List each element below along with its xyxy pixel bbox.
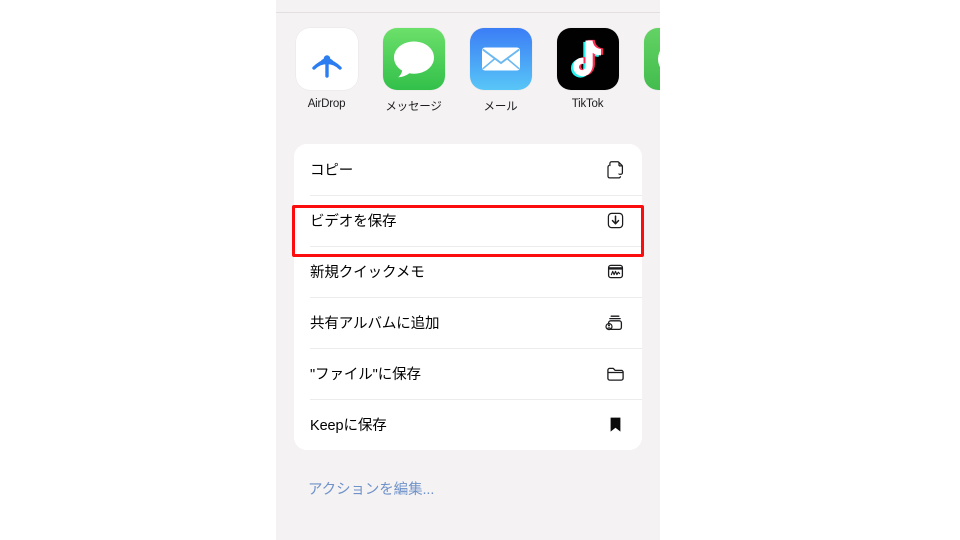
app-share-target-label: メッセージ bbox=[385, 101, 442, 113]
app-share-target-tiktok[interactable]: TikTok bbox=[555, 28, 620, 110]
action-list-card: コピー ビデオを保存 新規クイックメモ 共有アルバムに追加 "ファイル"に保存 … bbox=[294, 144, 642, 450]
folder-icon bbox=[604, 363, 626, 385]
mail-icon bbox=[469, 28, 532, 90]
action-row-label: 共有アルバムに追加 bbox=[310, 316, 440, 332]
app-share-target-label: AirDrop bbox=[307, 98, 346, 110]
action-row-save-video[interactable]: ビデオを保存 bbox=[294, 195, 642, 246]
copy-icon bbox=[604, 159, 626, 181]
app-share-targets-row: AirDrop メッセージ メール TikTok bbox=[276, 28, 660, 124]
messages-icon bbox=[382, 28, 445, 90]
airdrop-icon bbox=[295, 28, 358, 90]
action-row-new-quick-note[interactable]: 新規クイックメモ bbox=[294, 246, 642, 297]
action-row-label: ビデオを保存 bbox=[310, 214, 397, 230]
share-sheet-panel: AirDrop メッセージ メール TikTok コピー ビデオを保存 新規クイ… bbox=[276, 0, 660, 540]
action-row-add-to-shared-album[interactable]: 共有アルバムに追加 bbox=[294, 297, 642, 348]
app-share-target-messages[interactable]: メッセージ bbox=[381, 28, 446, 114]
green-app-icon-partial bbox=[643, 28, 660, 90]
app-share-target-label: メール bbox=[483, 101, 518, 113]
action-row-label: コピー bbox=[310, 163, 354, 179]
action-row-copy[interactable]: コピー bbox=[294, 144, 642, 195]
shared-album-icon bbox=[604, 312, 626, 334]
top-divider bbox=[276, 12, 660, 13]
action-row-label: Keepに保存 bbox=[310, 418, 387, 434]
action-row-save-to-keep[interactable]: Keepに保存 bbox=[294, 399, 642, 450]
app-share-target-airdrop[interactable]: AirDrop bbox=[294, 28, 359, 110]
tiktok-icon bbox=[556, 28, 619, 90]
edit-actions-link[interactable]: アクションを編集... bbox=[308, 478, 434, 499]
app-share-target-mail[interactable]: メール bbox=[468, 28, 533, 114]
save-download-icon bbox=[604, 210, 626, 232]
action-row-label: 新規クイックメモ bbox=[310, 265, 425, 281]
app-share-target-green-partial[interactable] bbox=[642, 28, 660, 98]
bookmark-icon bbox=[604, 414, 626, 436]
quick-note-icon bbox=[604, 261, 626, 283]
action-row-save-to-files[interactable]: "ファイル"に保存 bbox=[294, 348, 642, 399]
app-share-target-label: TikTok bbox=[571, 98, 604, 110]
action-row-label: "ファイル"に保存 bbox=[310, 367, 421, 383]
